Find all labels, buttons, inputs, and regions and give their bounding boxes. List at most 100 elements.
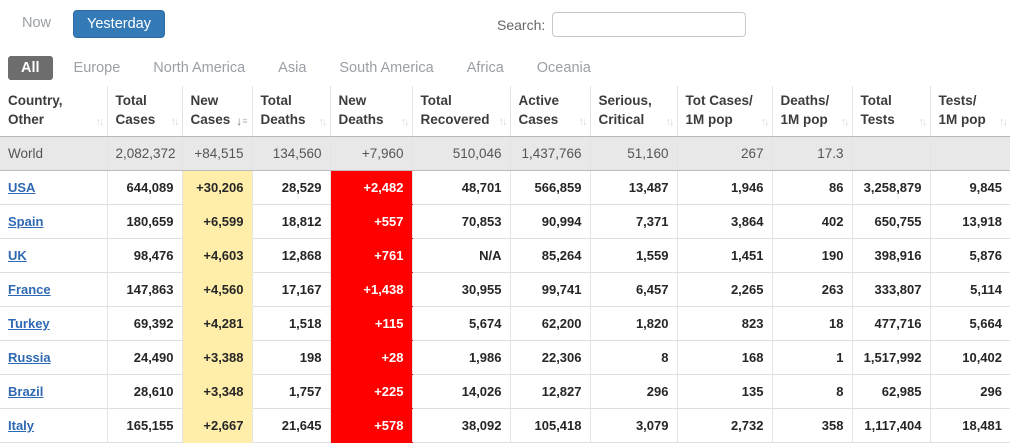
cell-cases-per-1m: 1,946 bbox=[677, 170, 772, 204]
sort-both-icon: ↑↓ bbox=[841, 116, 848, 128]
col-header-total-deaths[interactable]: Total Deaths↑↓ bbox=[252, 86, 330, 136]
cell-serious-critical: 8 bbox=[590, 340, 677, 374]
cell-total-cases: 24,490 bbox=[107, 340, 182, 374]
col-header-total-tests[interactable]: Total Tests↑↓ bbox=[852, 86, 930, 136]
country-link[interactable]: USA bbox=[8, 180, 35, 195]
col-header-new-cases[interactable]: New Cases↓≡ bbox=[182, 86, 252, 136]
cell-total-cases: 180,659 bbox=[107, 204, 182, 238]
cell-total-tests: 1,117,404 bbox=[852, 408, 930, 442]
cell-tests-per-1m: 13,918 bbox=[930, 204, 1010, 238]
col-header-label: Total Recovered bbox=[421, 92, 502, 130]
col-header-total-recovered[interactable]: Total Recovered↑↓ bbox=[412, 86, 510, 136]
search-input[interactable] bbox=[552, 12, 746, 37]
cell-new-cases: +4,281 bbox=[182, 306, 252, 340]
cell-cases-per-1m: 135 bbox=[677, 374, 772, 408]
tab-oceania[interactable]: Oceania bbox=[525, 56, 603, 80]
cell-deaths-per-1m: 1 bbox=[772, 340, 852, 374]
col-header-label: Active Cases bbox=[519, 92, 582, 130]
cell-total-recovered: 510,046 bbox=[412, 136, 510, 170]
sort-both-icon: ↑↓ bbox=[401, 116, 408, 128]
cell-new-deaths: +225 bbox=[330, 374, 412, 408]
col-header-serious-critical[interactable]: Serious, Critical↑↓ bbox=[590, 86, 677, 136]
sort-descending-icon: ↓≡ bbox=[236, 114, 247, 128]
tab-europe[interactable]: Europe bbox=[62, 56, 133, 80]
cell-total-cases: 98,476 bbox=[107, 238, 182, 272]
col-header-total-cases[interactable]: Total Cases↑↓ bbox=[107, 86, 182, 136]
col-header-tests-per-1m[interactable]: Tests/ 1M pop↑↓ bbox=[930, 86, 1010, 136]
cell-total-tests: 3,258,879 bbox=[852, 170, 930, 204]
cell-country: Brazil bbox=[0, 374, 107, 408]
cell-new-deaths: +28 bbox=[330, 340, 412, 374]
toolbar: Now Yesterday Search: bbox=[0, 0, 1010, 44]
tab-asia[interactable]: Asia bbox=[266, 56, 318, 80]
country-link[interactable]: Russia bbox=[8, 350, 51, 365]
cell-deaths-per-1m: 18 bbox=[772, 306, 852, 340]
cell-total-deaths: 1,757 bbox=[252, 374, 330, 408]
cell-tests-per-1m: 5,114 bbox=[930, 272, 1010, 306]
cell-deaths-per-1m: 17.3 bbox=[772, 136, 852, 170]
cell-serious-critical: 7,371 bbox=[590, 204, 677, 238]
tab-africa[interactable]: Africa bbox=[455, 56, 516, 80]
cell-serious-critical: 296 bbox=[590, 374, 677, 408]
cell-total-deaths: 21,645 bbox=[252, 408, 330, 442]
cell-total-tests: 398,916 bbox=[852, 238, 930, 272]
cell-country: Italy bbox=[0, 408, 107, 442]
col-header-deaths-per-1m[interactable]: Deaths/ 1M pop↑↓ bbox=[772, 86, 852, 136]
col-header-new-deaths[interactable]: New Deaths↑↓ bbox=[330, 86, 412, 136]
col-header-label: Tot Cases/ 1M pop bbox=[686, 92, 764, 130]
cell-total-cases: 644,089 bbox=[107, 170, 182, 204]
now-toggle[interactable]: Now bbox=[14, 10, 59, 36]
cell-cases-per-1m: 2,732 bbox=[677, 408, 772, 442]
cell-tests-per-1m bbox=[930, 136, 1010, 170]
covid-stats-table: Country, Other↑↓Total Cases↑↓New Cases↓≡… bbox=[0, 86, 1010, 443]
col-header-label: New Deaths bbox=[339, 92, 404, 130]
cell-total-recovered: 48,701 bbox=[412, 170, 510, 204]
cell-total-cases: 28,610 bbox=[107, 374, 182, 408]
cell-total-deaths: 17,167 bbox=[252, 272, 330, 306]
country-link[interactable]: Brazil bbox=[8, 384, 43, 399]
cell-cases-per-1m: 823 bbox=[677, 306, 772, 340]
cell-new-deaths: +578 bbox=[330, 408, 412, 442]
cell-total-tests: 62,985 bbox=[852, 374, 930, 408]
col-header-active-cases[interactable]: Active Cases↑↓ bbox=[510, 86, 590, 136]
tab-north-america[interactable]: North America bbox=[141, 56, 257, 80]
col-header-country[interactable]: Country, Other↑↓ bbox=[0, 86, 107, 136]
cell-tests-per-1m: 5,876 bbox=[930, 238, 1010, 272]
cell-total-tests: 650,755 bbox=[852, 204, 930, 238]
table-row-spain: Spain180,659+6,59918,812+55770,85390,994… bbox=[0, 204, 1010, 238]
cell-deaths-per-1m: 358 bbox=[772, 408, 852, 442]
col-header-label: Serious, Critical bbox=[599, 92, 669, 130]
tab-all[interactable]: All bbox=[8, 56, 53, 80]
sort-both-icon: ↑↓ bbox=[666, 116, 673, 128]
table-row-world: World2,082,372+84,515134,560+7,960510,04… bbox=[0, 136, 1010, 170]
country-link[interactable]: Spain bbox=[8, 214, 43, 229]
cell-tests-per-1m: 5,664 bbox=[930, 306, 1010, 340]
cell-new-cases: +2,667 bbox=[182, 408, 252, 442]
country-link[interactable]: Italy bbox=[8, 418, 34, 433]
cell-country: Russia bbox=[0, 340, 107, 374]
country-link[interactable]: Turkey bbox=[8, 316, 50, 331]
cell-serious-critical: 1,820 bbox=[590, 306, 677, 340]
tab-south-america[interactable]: South America bbox=[327, 56, 445, 80]
yesterday-toggle[interactable]: Yesterday bbox=[73, 10, 165, 38]
table-body: World2,082,372+84,515134,560+7,960510,04… bbox=[0, 136, 1010, 442]
cell-deaths-per-1m: 8 bbox=[772, 374, 852, 408]
cell-deaths-per-1m: 263 bbox=[772, 272, 852, 306]
cell-serious-critical: 3,079 bbox=[590, 408, 677, 442]
country-link[interactable]: France bbox=[8, 282, 51, 297]
cell-country: UK bbox=[0, 238, 107, 272]
col-header-cases-per-1m[interactable]: Tot Cases/ 1M pop↑↓ bbox=[677, 86, 772, 136]
cell-deaths-per-1m: 86 bbox=[772, 170, 852, 204]
cell-deaths-per-1m: 190 bbox=[772, 238, 852, 272]
country-link[interactable]: UK bbox=[8, 248, 27, 263]
cell-total-tests: 1,517,992 bbox=[852, 340, 930, 374]
cell-total-deaths: 1,518 bbox=[252, 306, 330, 340]
col-header-label: Total Tests bbox=[861, 92, 922, 130]
cell-total-deaths: 18,812 bbox=[252, 204, 330, 238]
cell-active-cases: 566,859 bbox=[510, 170, 590, 204]
col-header-label: Deaths/ 1M pop bbox=[781, 92, 844, 130]
cell-total-deaths: 198 bbox=[252, 340, 330, 374]
sort-both-icon: ↑↓ bbox=[761, 116, 768, 128]
cell-cases-per-1m: 267 bbox=[677, 136, 772, 170]
cell-cases-per-1m: 1,451 bbox=[677, 238, 772, 272]
